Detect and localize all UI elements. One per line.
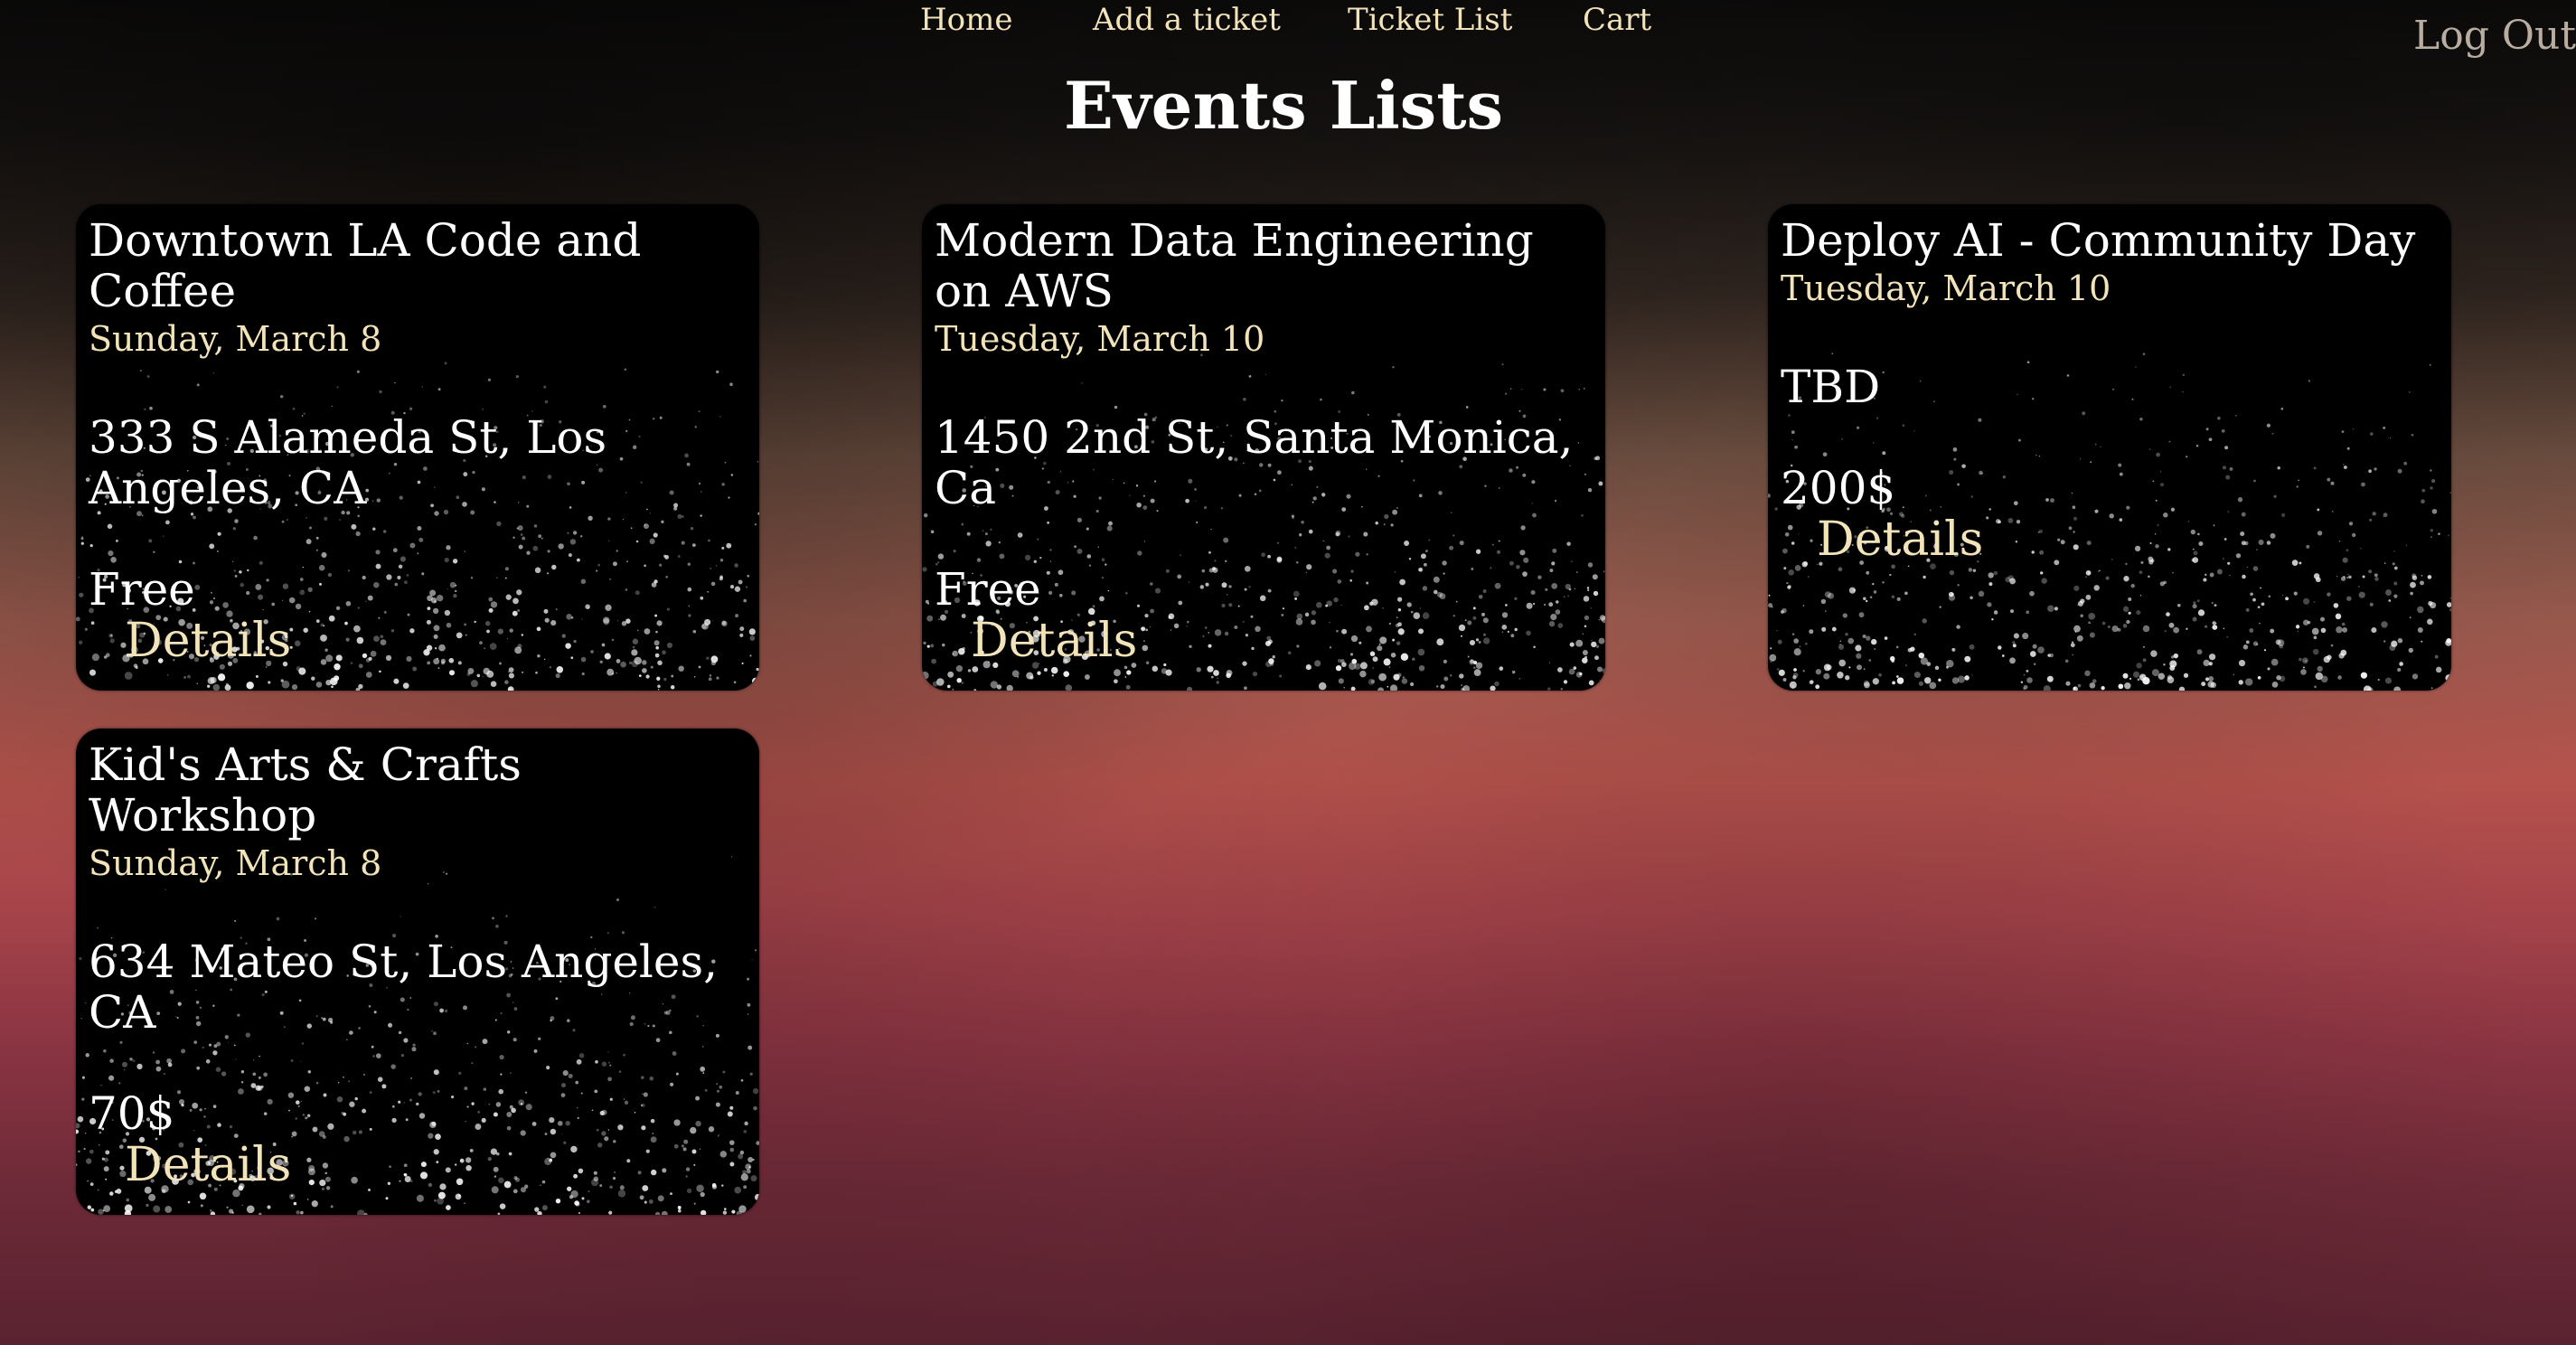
event-card: Modern Data Engineering on AWS Tuesday, … xyxy=(922,204,1605,691)
event-date: Tuesday, March 10 xyxy=(935,319,1265,359)
logout-button[interactable]: Log Out xyxy=(2413,13,2576,59)
nav-link-ticket-list[interactable]: Ticket List xyxy=(1348,2,1512,38)
event-price: Free xyxy=(935,563,1041,616)
event-date: Tuesday, March 10 xyxy=(1781,268,2111,308)
event-price: 200$ xyxy=(1781,462,1896,514)
event-card: Downtown LA Code and Coffee Sunday, Marc… xyxy=(76,204,759,691)
nav-link-home[interactable]: Home xyxy=(920,2,1012,38)
event-date: Sunday, March 8 xyxy=(89,319,382,359)
event-date: Sunday, March 8 xyxy=(89,843,382,883)
page-title: Events Lists xyxy=(1063,67,1504,144)
event-details-link[interactable]: Details xyxy=(1817,513,1983,566)
event-price: 70$ xyxy=(89,1087,175,1140)
event-details-link[interactable]: Details xyxy=(125,615,291,667)
event-price: Free xyxy=(89,563,195,616)
event-address: 634 Mateo St, Los Angeles, CA xyxy=(89,936,719,1039)
event-title: Modern Data Engineering on AWS xyxy=(935,214,1534,317)
event-details-link[interactable]: Details xyxy=(971,615,1137,667)
nav-link-add-ticket[interactable]: Add a ticket xyxy=(1093,2,1281,38)
top-nav: Home Add a ticket Ticket List Cart xyxy=(0,0,2576,45)
event-address: TBD xyxy=(1781,361,1881,413)
nav-link-cart[interactable]: Cart xyxy=(1583,2,1651,38)
event-address: 1450 2nd St, Santa Monica, Ca xyxy=(935,411,1574,514)
event-card: Deploy AI - Community Day Tuesday, March… xyxy=(1768,204,2451,691)
event-card: Kid's Arts & Crafts Workshop Sunday, Mar… xyxy=(76,729,759,1215)
event-details-link[interactable]: Details xyxy=(125,1139,291,1191)
event-title: Kid's Arts & Crafts Workshop xyxy=(89,738,522,842)
event-title: Downtown LA Code and Coffee xyxy=(89,214,642,317)
event-address: 333 S Alameda St, Los Angeles, CA xyxy=(89,411,607,514)
event-title: Deploy AI - Community Day xyxy=(1781,214,2416,267)
